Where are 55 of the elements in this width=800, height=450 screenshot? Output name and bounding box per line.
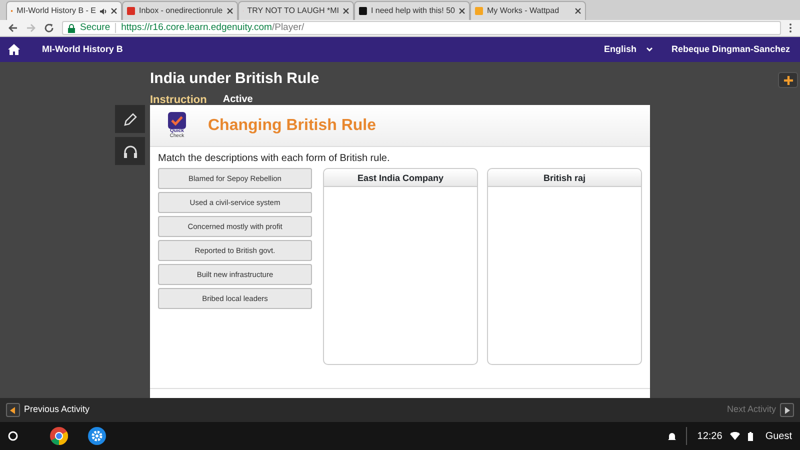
tab-title: TRY NOT TO LAUGH *MI [247,5,339,17]
user-name[interactable]: Rebeque Dingman-Sanchez [671,42,790,56]
language-selector[interactable]: English [604,42,636,56]
address-bar[interactable]: Secure https://r16.core.learn.edgenuity.com/Player/ [62,21,781,35]
settings-icon[interactable] [88,427,106,445]
browser-app-icon[interactable] [50,427,68,445]
pencil-tool-button[interactable] [115,105,145,133]
battery-icon[interactable] [748,432,754,440]
user-label[interactable]: Guest [765,428,792,444]
menu-icon[interactable] [789,23,792,33]
plus-icon [784,76,792,84]
previous-activity-link[interactable]: Previous Activity [6,403,90,417]
tab-title: Inbox - onedirectionrule [139,5,223,17]
clock-time[interactable]: 12:26 [697,428,722,444]
close-tab-icon[interactable] [227,8,233,14]
checkmark-badge-icon [168,112,186,128]
browser-tab[interactable]: I need help with this! 50 [354,1,470,20]
drop-zone[interactable]: British raj [487,168,642,365]
home-icon[interactable] [8,44,20,55]
lesson-tab[interactable]: Instruction [150,92,207,108]
close-tab-icon[interactable] [459,8,465,14]
arrow-right-icon [784,406,790,414]
audio-tool-button[interactable] [115,137,145,165]
lock-icon [68,24,75,32]
speaker-icon[interactable] [100,8,107,14]
wifi-icon[interactable] [730,432,740,440]
launcher-icon[interactable] [8,431,18,441]
tab-title: My Works - Wattpad [487,5,560,17]
lesson-title: India under British Rule [150,69,320,89]
pencil-icon [122,112,138,126]
lesson-tab[interactable]: Active [222,92,253,108]
close-tab-icon[interactable] [575,8,581,14]
instruction-text: Match the descriptions with each form of British rule. [157,152,391,166]
add-button[interactable] [778,72,798,88]
back-icon[interactable] [8,23,18,33]
browser-tab[interactable]: My Works - Wattpad [470,1,586,20]
secure-label: Secure [80,20,110,35]
arrow-left-icon [10,406,16,414]
drop-zone-heading: East India Company [324,169,477,187]
chevron-down-icon[interactable] [646,47,654,52]
tab-title: MI-World History B - E [16,5,96,17]
browser-tab[interactable]: MI-World History B - E [6,1,122,20]
drop-zone[interactable]: East India Company [323,168,478,365]
url-text: https://r16.core.learn.edgenuity.com/Player/ [121,20,304,35]
browser-tab[interactable]: Inbox - onedirectionrule [122,1,238,20]
reload-icon[interactable] [44,23,54,33]
tab-title: I need help with this! 50 [370,5,455,17]
drop-zone-heading: British raj [488,169,641,187]
headphones-icon [122,144,138,158]
close-tab-icon[interactable] [343,8,349,14]
activity-title: Changing British Rule [208,116,376,136]
browser-tab[interactable]: TRY NOT TO LAUGH *MI [238,1,354,20]
course-title: MI-World History B [42,42,123,56]
close-tab-icon[interactable] [111,8,117,14]
notification-bell-icon[interactable] [668,432,676,440]
